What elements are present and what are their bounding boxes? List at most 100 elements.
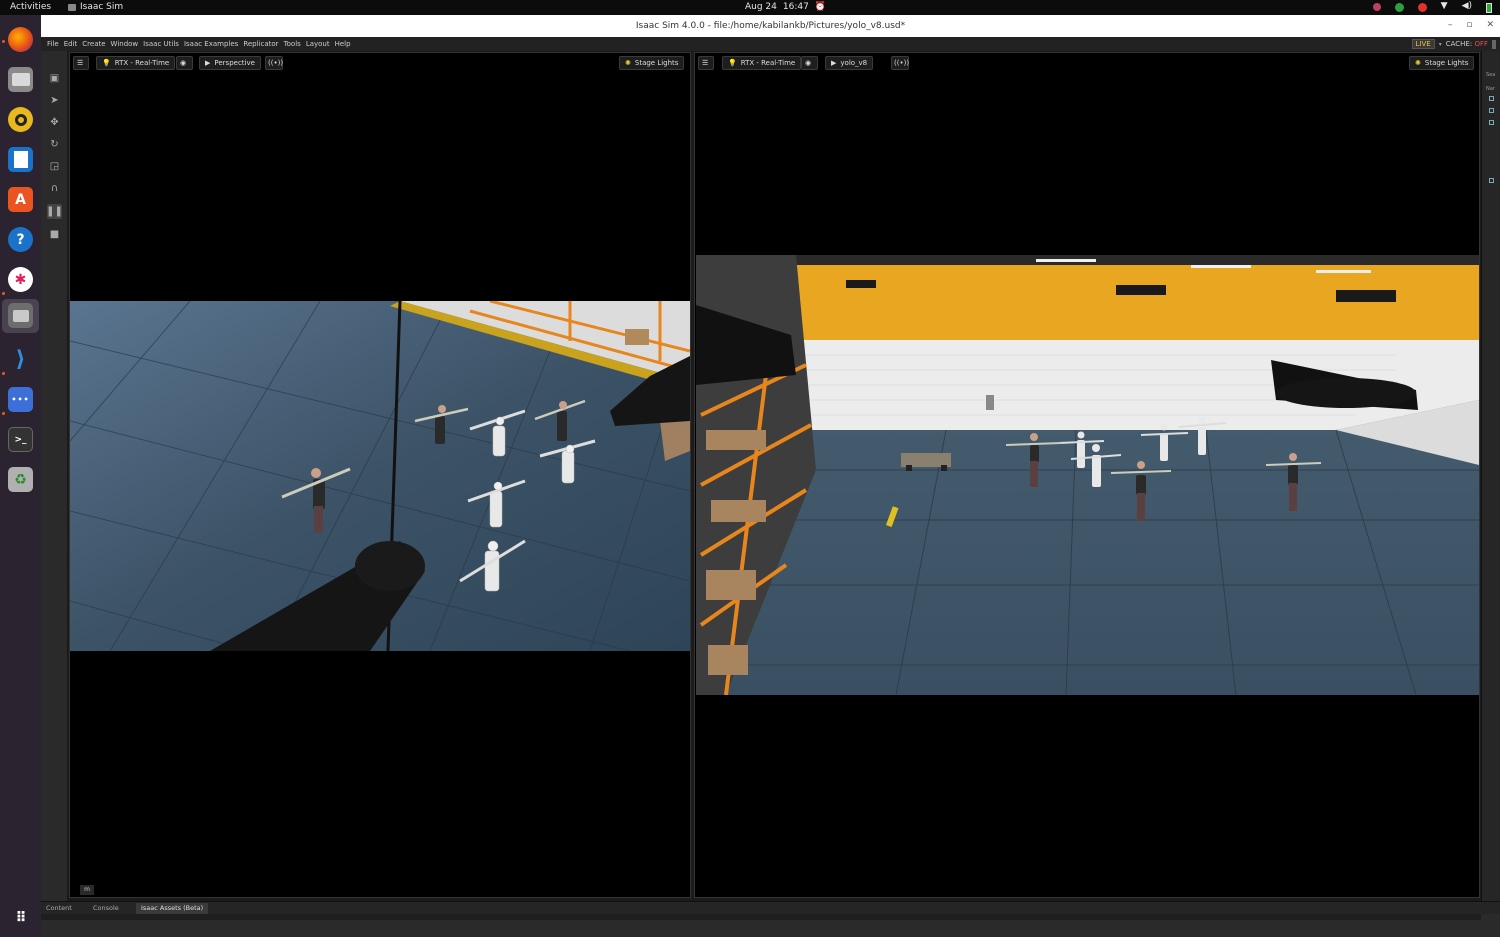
rhythmbox-icon[interactable]: [8, 107, 33, 132]
battery-icon[interactable]: [1486, 3, 1492, 13]
mini-bar-icon: [1492, 39, 1496, 49]
running-indicator: [2, 412, 5, 415]
tree-expand-icon[interactable]: [1489, 120, 1494, 125]
lightbulb-icon: 💡: [102, 59, 111, 67]
volume-icon[interactable]: ◀): [1462, 1, 1472, 13]
firefox-icon[interactable]: [8, 27, 33, 52]
viewport-settings-icon[interactable]: ☰: [73, 56, 89, 70]
minimize-icon[interactable]: –: [1448, 20, 1453, 30]
horizontal-scrollbar[interactable]: [41, 914, 1481, 920]
donotdisturb-tray-icon[interactable]: [1417, 3, 1427, 12]
cache-status[interactable]: CACHE: OFF: [1446, 40, 1488, 48]
menu-item-tools[interactable]: Tools: [284, 40, 301, 48]
live-cache-status: LIVE ▾ CACHE: OFF: [1411, 39, 1496, 49]
tree-expand-icon[interactable]: [1489, 96, 1494, 101]
move-tool-icon[interactable]: ✥: [47, 115, 62, 130]
app-grid-icon[interactable]: •••: [8, 387, 33, 412]
isaac-sim-icon[interactable]: [8, 303, 33, 328]
menu-item-create[interactable]: Create: [82, 40, 105, 48]
viewport-settings-icon[interactable]: ☰: [698, 56, 714, 70]
stage-lights-label: Stage Lights: [1424, 59, 1469, 67]
render-mode-label: RTX - Real-Time: [740, 59, 796, 67]
camera-button[interactable]: ▶ Perspective: [199, 56, 261, 70]
warehouse-overhead-scene: [70, 301, 690, 651]
cache-label: CACHE:: [1445, 40, 1473, 48]
cache-state: OFF: [1474, 40, 1488, 48]
rotate-tool-icon[interactable]: ↻: [47, 137, 62, 152]
menu-item-layout[interactable]: Layout: [306, 40, 330, 48]
menu-item-file[interactable]: File: [47, 40, 59, 48]
clock[interactable]: Aug 24 16:47 ⏰: [745, 2, 826, 12]
show-applications-icon[interactable]: ⠿: [8, 905, 33, 930]
stop-icon[interactable]: ■: [47, 227, 62, 242]
menu-item-help[interactable]: Help: [335, 40, 351, 48]
units-m-label[interactable]: m: [80, 885, 94, 895]
sync-tray-icon[interactable]: [1394, 3, 1404, 12]
camera-icon: ▶: [205, 59, 211, 67]
menu-bar: File Edit Create Window Isaac Utils Isaac Exa…: [41, 37, 1500, 51]
menu-item-replicator[interactable]: Replicator: [243, 40, 278, 48]
system-tray: ▼ ◀): [1372, 1, 1492, 13]
menu-item-isaac-examples[interactable]: Isaac Examples: [184, 40, 238, 48]
camera-button[interactable]: ▶ yolo_v8: [825, 56, 874, 70]
snap-tool-icon[interactable]: ∩: [47, 181, 62, 196]
tab-isaac-assets[interactable]: Isaac Assets (Beta): [136, 903, 209, 914]
chevron-down-icon[interactable]: ▾: [1439, 41, 1442, 48]
app-center-icon[interactable]: A: [8, 187, 33, 212]
render-mode-label: RTX - Real-Time: [114, 59, 170, 67]
render-mode-button[interactable]: 💡 RTX - Real-Time: [96, 56, 176, 70]
terminal-icon[interactable]: >_: [8, 427, 33, 452]
broadcast-icon[interactable]: ((•)): [265, 56, 283, 70]
trash-icon[interactable]: ♻: [8, 467, 33, 492]
menu-item-window[interactable]: Window: [111, 40, 139, 48]
tree-expand-icon[interactable]: [1489, 108, 1494, 113]
menu-item-edit[interactable]: Edit: [64, 40, 78, 48]
help-icon[interactable]: ?: [8, 227, 33, 252]
activities-button[interactable]: Activities: [10, 2, 51, 12]
slack-icon[interactable]: ✱: [8, 267, 33, 292]
live-button[interactable]: LIVE: [1411, 39, 1435, 49]
menu-items: File Edit Create Window Isaac Utils Isaac Exa…: [47, 40, 351, 48]
render-mode-button[interactable]: 💡 RTX - Real-Time: [722, 56, 802, 70]
yolo-camera-render-image: [696, 255, 1479, 695]
lightbulb-icon: 💡: [728, 59, 737, 67]
tab-console[interactable]: Console: [88, 903, 124, 914]
stage-lights-button[interactable]: ✺ Stage Lights: [1409, 56, 1475, 70]
close-icon[interactable]: ✕: [1486, 20, 1494, 30]
bottom-panel-tabs: Content Console Isaac Assets (Beta): [41, 901, 1500, 914]
stage-lights-label: Stage Lights: [634, 59, 679, 67]
active-app-menu[interactable]: Isaac Sim: [68, 2, 123, 12]
scale-tool-icon[interactable]: ◲: [47, 159, 62, 174]
alarm-icon: ⏰: [814, 2, 827, 12]
isaac-app-icon: [68, 3, 76, 11]
menu-item-isaac-utils[interactable]: Isaac Utils: [143, 40, 179, 48]
camera-label: yolo_v8: [840, 59, 868, 67]
viewport-toolbar: ☰ 💡 RTX - Real-Time ◉ ▶ yolo_v8 ((•)) ✺ …: [695, 53, 1479, 73]
select-tool-icon[interactable]: ➤: [47, 93, 62, 108]
name-column-abbrev: Nar: [1486, 86, 1495, 92]
broadcast-icon[interactable]: ((•)): [891, 56, 909, 70]
viewport-toolbar: ☰ 💡 RTX - Real-Time ◉ ▶ Perspective ((•)…: [70, 53, 690, 73]
camera-label: Perspective: [214, 59, 255, 67]
visibility-eye-icon[interactable]: ◉: [801, 56, 818, 70]
stage-panel-collapsed[interactable]: Sea Nar: [1481, 51, 1500, 901]
window-title-bar: Isaac Sim 4.0.0 - file:/home/kabilankb/P…: [41, 15, 1500, 37]
viewport-camera-icon[interactable]: ▣: [47, 71, 62, 86]
viewport-yolo-camera[interactable]: ☰ 💡 RTX - Real-Time ◉ ▶ yolo_v8 ((•)) ✺ …: [694, 52, 1480, 898]
ubuntu-dock: A ? ✱ ⟩ ••• >_ ♻ ⠿: [0, 15, 41, 937]
files-icon[interactable]: [8, 67, 33, 92]
stage-lights-button[interactable]: ✺ Stage Lights: [619, 56, 685, 70]
maximize-icon[interactable]: ▫: [1466, 20, 1472, 30]
sun-icon: ✺: [1415, 59, 1421, 67]
vscode-icon[interactable]: ⟩: [8, 347, 33, 372]
wifi-icon[interactable]: ▼: [1441, 1, 1448, 13]
tree-expand-icon[interactable]: [1489, 178, 1494, 183]
viewport-perspective[interactable]: ☰ 💡 RTX - Real-Time ◉ ▶ Perspective ((•)…: [69, 52, 691, 898]
pause-icon[interactable]: ❚❚: [46, 204, 63, 219]
visibility-eye-icon[interactable]: ◉: [176, 56, 193, 70]
running-indicator: [2, 292, 5, 295]
writer-icon[interactable]: [8, 147, 33, 172]
clock-time: 16:47: [782, 2, 809, 12]
slack-tray-icon[interactable]: [1372, 3, 1381, 11]
tab-content[interactable]: Content: [41, 903, 77, 914]
